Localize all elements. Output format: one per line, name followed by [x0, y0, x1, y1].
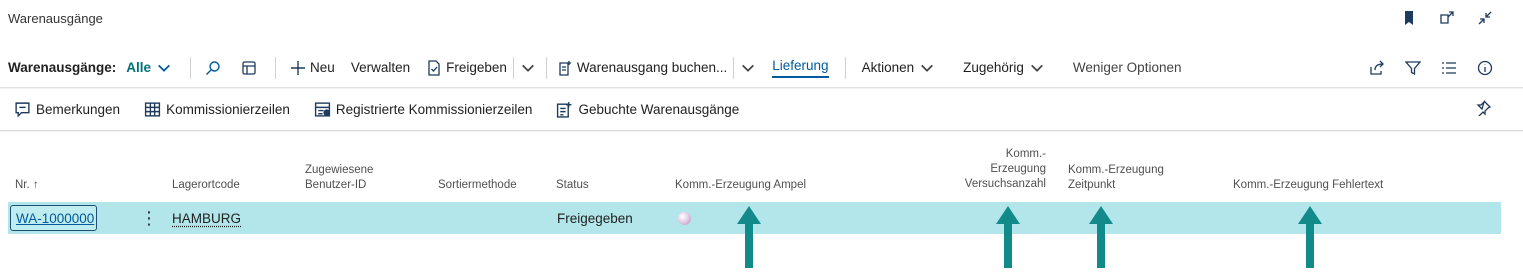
manage-button[interactable]: Verwalten [343, 48, 418, 88]
layout-button[interactable] [233, 48, 269, 88]
delivery-label: Lieferung [772, 58, 829, 78]
attempts-header-line3: Versuchsanzahl [964, 178, 1046, 190]
nr-link[interactable]: WA-1000000 [16, 211, 94, 226]
release-dropdown[interactable] [516, 48, 544, 88]
arrow-up-icon [1089, 206, 1113, 268]
related-actions-bar: Bemerkungen Kommissionierzeilen Registri… [0, 89, 1523, 131]
arrow-up-icon [996, 206, 1020, 268]
divider [545, 56, 547, 79]
posted-shipments-label: Gebuchte Warenausgänge [578, 102, 740, 117]
divider [275, 56, 277, 79]
assigned-user-header-line1: Zugewiesene [305, 164, 374, 176]
registered-lines-icon [314, 102, 330, 117]
column-header-sort-method[interactable]: Sortiermethode [438, 178, 517, 193]
actions-label: Aktionen [861, 60, 915, 75]
pick-lines-label: Kommissionierzeilen [166, 102, 290, 117]
fewer-options-button[interactable]: Weniger Optionen [1065, 48, 1190, 88]
divider [844, 56, 846, 79]
comments-label: Bemerkungen [36, 102, 121, 117]
post-dropdown[interactable] [736, 48, 764, 88]
assigned-user-header-line2: Benutzer-ID [305, 179, 367, 191]
divider [512, 56, 514, 79]
column-header-pick-time[interactable]: Komm.-Erzeugung Zeitpunkt [1068, 163, 1164, 193]
related-label: Zugehörig [963, 60, 1024, 75]
column-header-nr[interactable]: Nr. ↑ [15, 178, 39, 193]
page-header: Warenausgänge [0, 0, 1523, 48]
registered-pick-lines-label: Registrierte Kommissionierzeilen [335, 102, 533, 117]
sort-ascending-icon: ↑ [32, 179, 39, 191]
actions-menu[interactable]: Aktionen [854, 48, 948, 88]
pick-time-header-line2: Zeitpunkt [1068, 179, 1116, 191]
filter-icon[interactable] [1403, 58, 1423, 78]
manage-label: Verwalten [350, 60, 411, 75]
collapse-icon[interactable] [1475, 8, 1495, 28]
arrow-up-icon [1298, 206, 1322, 268]
ampel-cell [678, 202, 691, 234]
view-label: Warenausgänge: [8, 60, 117, 75]
posted-shipments-icon [557, 102, 572, 118]
column-header-pick-attempts[interactable]: Komm.- Erzeugung Versuchsanzahl [960, 147, 1046, 192]
tab-delivery[interactable]: Lieferung [764, 48, 836, 88]
chevron-down-icon [158, 64, 170, 72]
column-header-pick-ampel[interactable]: Komm.-Erzeugung Ampel [675, 178, 806, 193]
posted-shipments-button[interactable]: Gebuchte Warenausgänge [556, 101, 739, 118]
arrow-up-icon [737, 206, 761, 268]
lines-icon [144, 102, 161, 117]
open-new-window-icon[interactable] [1437, 8, 1457, 28]
registered-pick-lines-button[interactable]: Registrierte Kommissionierzeilen [314, 101, 533, 118]
attempts-header-line1: Komm.- [1005, 148, 1046, 160]
column-header-pick-error[interactable]: Komm.-Erzeugung Fehlertext [1233, 178, 1383, 193]
new-button[interactable]: Neu [282, 48, 343, 88]
divider [190, 56, 192, 79]
release-doc-icon [428, 59, 440, 76]
search-button[interactable] [197, 48, 233, 88]
nr-cell[interactable]: WA-1000000 [10, 205, 97, 231]
location-cell[interactable]: HAMBURG [172, 202, 241, 234]
attempts-header-line2: Erzeugung [990, 163, 1046, 175]
column-header-assigned-user[interactable]: Zugewiesene Benutzer-ID [305, 163, 373, 193]
pick-time-header-line1: Komm.-Erzeugung [1068, 164, 1164, 176]
fewer-options-label: Weniger Optionen [1072, 60, 1182, 75]
chevron-down-icon [742, 64, 755, 72]
chevron-down-icon [921, 64, 934, 72]
page-title: Warenausgänge [8, 11, 103, 26]
status-cell[interactable]: Freigegeben [557, 202, 633, 234]
column-header-status[interactable]: Status [556, 178, 589, 193]
chevron-down-icon [521, 64, 534, 72]
share-icon[interactable] [1367, 58, 1387, 78]
pin-icon[interactable] [1475, 99, 1495, 120]
comment-icon [15, 102, 30, 118]
release-label: Freigeben [446, 60, 507, 75]
location-value: HAMBURG [172, 210, 242, 226]
plus-icon [291, 60, 306, 75]
info-icon[interactable] [1475, 58, 1495, 78]
command-bar: Warenausgänge: Alle Neu Verwalten Freige… [0, 48, 1523, 88]
release-button[interactable]: Freigeben [418, 48, 511, 88]
chevron-down-icon [1030, 64, 1043, 72]
post-shipment-button[interactable]: Warenausgang buchen... [549, 48, 731, 88]
column-header-location[interactable]: Lagerortcode [172, 178, 240, 193]
related-menu[interactable]: Zugehörig [955, 48, 1057, 88]
ampel-indicator [678, 211, 691, 225]
new-label: Neu [310, 60, 335, 75]
divider [733, 56, 735, 79]
row-menu-button[interactable]: ⋮ [140, 202, 158, 234]
search-icon [206, 60, 220, 75]
nr-header-label: Nr. [15, 179, 30, 191]
post-shipment-label: Warenausgang buchen... [576, 60, 728, 75]
filter-value: Alle [126, 60, 152, 75]
list-table: Nr. ↑ Lagerortcode Zugewiesene Benutzer-… [0, 132, 1523, 280]
layout-icon [242, 60, 256, 75]
comments-button[interactable]: Bemerkungen [14, 101, 120, 118]
filter-dropdown[interactable]: Alle [124, 48, 184, 88]
bookmark-icon[interactable] [1399, 8, 1419, 28]
pick-lines-button[interactable]: Kommissionierzeilen [144, 101, 290, 118]
list-view-icon[interactable] [1439, 58, 1459, 78]
post-doc-icon [559, 60, 571, 76]
